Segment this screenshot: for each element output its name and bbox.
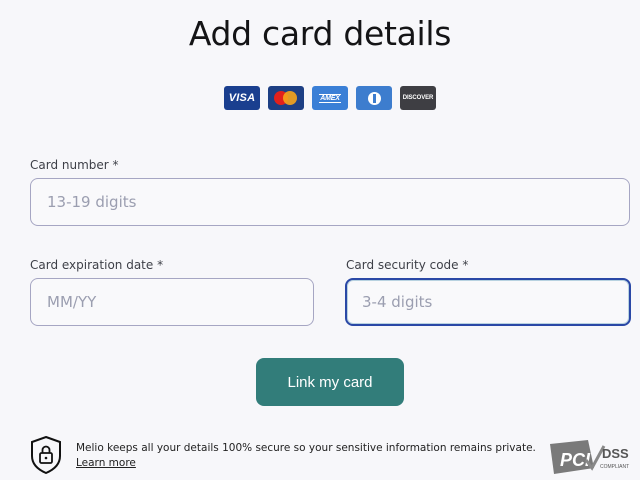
amex-logo-text: AMEX <box>319 93 341 103</box>
security-notice-text: Melio keeps all your details 100% secure… <box>76 442 536 454</box>
shield-lock-icon <box>31 436 61 474</box>
amex-logo-icon: AMEX <box>312 86 348 110</box>
dss-label: DSS <box>602 446 629 461</box>
learn-more-link[interactable]: Learn more <box>76 456 536 471</box>
expiration-date-label: Card expiration date * <box>30 258 164 272</box>
card-number-label: Card number * <box>30 158 119 172</box>
compliant-label: COMPLIANT <box>600 464 629 470</box>
card-number-placeholder: 13-19 digits <box>47 193 137 211</box>
security-code-label: Card security code * <box>346 258 469 272</box>
mastercard-logo-icon <box>268 86 304 110</box>
card-brand-logos: VISA AMEX DISCOVER <box>224 86 436 110</box>
expiration-date-placeholder: MM/YY <box>47 293 97 311</box>
expiration-date-field[interactable]: MM/YY <box>30 278 314 326</box>
visa-logo-icon: VISA <box>224 86 260 110</box>
page-title: Add card details <box>188 14 452 53</box>
security-code-placeholder: 3-4 digits <box>362 293 433 311</box>
security-notice: Melio keeps all your details 100% secure… <box>30 436 536 474</box>
card-number-field[interactable]: 13-19 digits <box>30 178 630 226</box>
link-card-button[interactable]: Link my card <box>256 358 404 406</box>
diners-club-logo-icon <box>356 86 392 110</box>
discover-logo-text: DISCOVER <box>402 95 434 101</box>
pci-dss-compliant-icon: PCI DSS COMPLIANT <box>550 440 629 474</box>
discover-logo-icon: DISCOVER <box>400 86 436 110</box>
security-code-field[interactable]: 3-4 digits <box>345 278 631 326</box>
visa-logo-text: VISA <box>228 92 256 104</box>
